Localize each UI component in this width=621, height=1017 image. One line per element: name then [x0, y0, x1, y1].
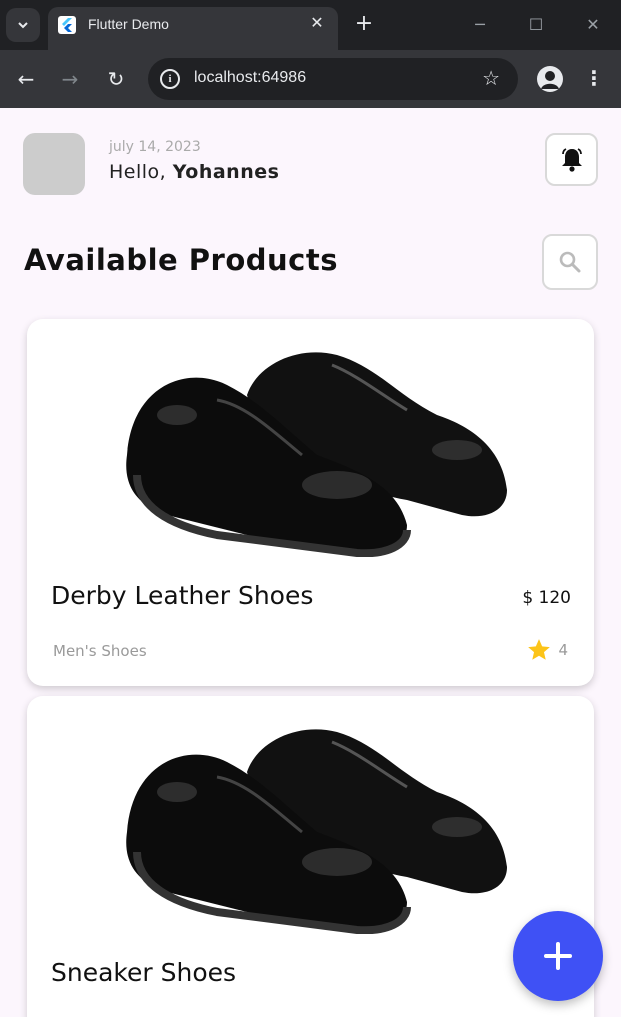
minimize-icon[interactable]: ─ [465, 12, 495, 38]
more-menu-icon[interactable]: ⋮ [582, 63, 606, 93]
user-name: Yohannes [172, 161, 280, 183]
current-date: july 14, 2023 [109, 139, 201, 155]
rating-value: 4 [558, 641, 568, 659]
star-icon [528, 639, 551, 660]
close-tab-icon[interactable]: ✕ [306, 12, 328, 34]
avatar[interactable] [23, 133, 85, 195]
product-card[interactable]: Derby Leather Shoes $ 120 Men's Shoes 4 [27, 319, 594, 686]
plus-icon [544, 942, 572, 970]
window-close-icon[interactable]: ✕ [578, 12, 608, 38]
product-image [126, 729, 507, 934]
address-bar[interactable]: i localhost:64986 ☆ [148, 58, 518, 100]
product-category: Men's Shoes [53, 642, 147, 660]
product-rating: 4 [526, 637, 568, 663]
product-name: Derby Leather Shoes [51, 581, 314, 610]
bookmark-star-icon[interactable]: ☆ [482, 66, 500, 90]
new-tab-button[interactable]: + [352, 12, 376, 36]
flutter-icon [58, 16, 76, 34]
product-name: Sneaker Shoes [51, 958, 237, 987]
tab-search-button[interactable] [6, 8, 40, 42]
maximize-icon[interactable]: ☐ [521, 12, 551, 38]
app-viewport: july 14, 2023 Hello, Yohannes Available … [0, 108, 621, 1017]
product-price: $ 120 [522, 588, 571, 608]
product-image [126, 352, 507, 557]
back-icon[interactable]: ← [12, 65, 40, 93]
info-icon[interactable]: i [160, 69, 180, 89]
product-card[interactable]: Sneaker Shoes [27, 696, 594, 1017]
add-product-button[interactable] [513, 911, 603, 1001]
search-icon [559, 251, 581, 273]
search-button[interactable] [542, 234, 598, 290]
bell-icon [561, 147, 582, 172]
tab-title: Flutter Demo [88, 16, 169, 32]
reload-icon[interactable]: ↻ [102, 65, 130, 93]
profile-icon[interactable] [537, 66, 563, 92]
notification-button[interactable] [545, 133, 598, 186]
browser-toolbar: ← → ↻ i localhost:64986 ☆ ⋮ [0, 50, 621, 108]
browser-tab-bar: Flutter Demo ✕ + ─ ☐ ✕ [0, 0, 621, 50]
url-text[interactable]: localhost:64986 [194, 69, 306, 87]
greeting: Hello, Yohannes [109, 161, 279, 183]
chevron-down-icon [18, 22, 28, 29]
greeting-prefix: Hello, [109, 161, 173, 183]
section-title: Available Products [24, 243, 338, 277]
browser-tab[interactable]: Flutter Demo ✕ [48, 7, 338, 50]
forward-icon[interactable]: → [56, 65, 84, 93]
